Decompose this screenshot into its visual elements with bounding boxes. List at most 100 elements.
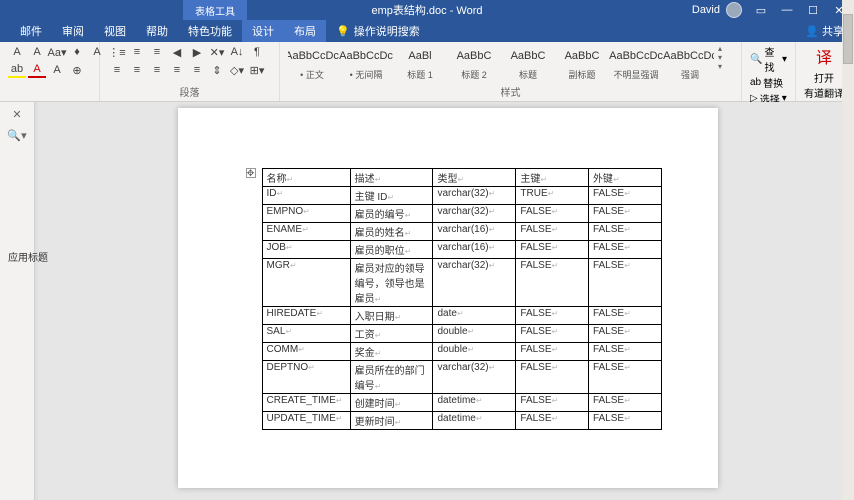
table-cell[interactable]: FALSE↵ xyxy=(516,259,589,307)
asian-layout-icon[interactable]: ✕▾ xyxy=(208,44,226,60)
table-cell[interactable]: 雇员的职位↵ xyxy=(350,241,433,259)
tab-layout[interactable]: 布局 xyxy=(284,20,326,42)
change-case-icon[interactable]: Aa▾ xyxy=(48,44,66,60)
table-cell[interactable]: COMM↵ xyxy=(262,343,350,361)
style-item[interactable]: AaBbCcDc• 正文 xyxy=(288,44,336,81)
table-cell[interactable]: JOB↵ xyxy=(262,241,350,259)
table-row[interactable]: JOB↵雇员的职位↵varchar(16)↵FALSE↵FALSE↵ xyxy=(262,241,661,259)
table-cell[interactable]: FALSE↵ xyxy=(516,412,589,430)
find-button[interactable]: 🔍 查找▾ xyxy=(750,44,787,74)
ribbon-options-icon[interactable]: ▭ xyxy=(754,3,768,17)
table-cell[interactable]: FALSE↵ xyxy=(516,241,589,259)
table-row[interactable]: ID↵主键 ID↵varchar(32)↵TRUE↵FALSE↵ xyxy=(262,187,661,205)
table-row[interactable]: ENAME↵雇员的姓名↵varchar(16)↵FALSE↵FALSE↵ xyxy=(262,223,661,241)
table-header-cell[interactable]: 名称↵ xyxy=(262,169,350,187)
font-shrink-icon[interactable]: A xyxy=(28,44,46,60)
table-cell[interactable]: double↵ xyxy=(433,325,516,343)
table-cell[interactable]: FALSE↵ xyxy=(588,325,661,343)
table-cell[interactable]: ID↵ xyxy=(262,187,350,205)
table-row[interactable]: DEPTNO↵雇员所在的部门编号↵varchar(32)↵FALSE↵FALSE… xyxy=(262,361,661,394)
document-area[interactable]: ✥ 名称↵描述↵类型↵主键↵外键↵ID↵主键 ID↵varchar(32)↵TR… xyxy=(41,102,854,500)
table-header-cell[interactable]: 外键↵ xyxy=(588,169,661,187)
table-row[interactable]: UPDATE_TIME↵更新时间↵datetime↵FALSE↵FALSE↵ xyxy=(262,412,661,430)
table-cell[interactable]: 雇员的编号↵ xyxy=(350,205,433,223)
style-item[interactable]: AaBbCcDc• 无间隔 xyxy=(342,44,390,81)
table-cell[interactable]: HIREDATE↵ xyxy=(262,307,350,325)
table-cell[interactable]: FALSE↵ xyxy=(588,343,661,361)
styles-scroll[interactable]: ▴▾▾ xyxy=(718,44,732,71)
char-shading-icon[interactable]: A xyxy=(48,62,66,78)
table-cell[interactable]: FALSE↵ xyxy=(516,343,589,361)
nav-search-icon[interactable]: 🔍▾ xyxy=(7,129,26,142)
styles-gallery[interactable]: AaBbCcDc• 正文AaBbCcDc• 无间隔AaBl标题 1AaBbC标题… xyxy=(288,44,714,81)
table-row[interactable]: CREATE_TIME↵创建时间↵datetime↵FALSE↵FALSE↵ xyxy=(262,394,661,412)
table-cell[interactable]: DEPTNO↵ xyxy=(262,361,350,394)
table-cell[interactable]: datetime↵ xyxy=(433,412,516,430)
table-cell[interactable]: FALSE↵ xyxy=(588,259,661,307)
show-marks-icon[interactable]: ¶ xyxy=(248,44,266,60)
table-cell[interactable]: FALSE↵ xyxy=(516,361,589,394)
nav-close-icon[interactable]: ✕ xyxy=(12,108,21,121)
style-item[interactable]: AaBbC标题 xyxy=(504,44,552,81)
font-grow-icon[interactable]: A xyxy=(8,44,26,60)
font-color-icon[interactable]: A xyxy=(28,62,46,78)
bullets-icon[interactable]: ⋮≡ xyxy=(108,44,126,60)
table-cell[interactable]: FALSE↵ xyxy=(588,394,661,412)
table-header-cell[interactable]: 描述↵ xyxy=(350,169,433,187)
tab-features[interactable]: 特色功能 xyxy=(178,20,242,42)
align-dist-icon[interactable]: ≡ xyxy=(188,62,206,78)
tab-design[interactable]: 设计 xyxy=(242,20,284,42)
table-row[interactable]: COMM↵奖金↵double↵FALSE↵FALSE↵ xyxy=(262,343,661,361)
table-row[interactable]: EMPNO↵雇员的编号↵varchar(32)↵FALSE↵FALSE↵ xyxy=(262,205,661,223)
indent-inc-icon[interactable]: ▶ xyxy=(188,44,206,60)
table-cell[interactable]: ENAME↵ xyxy=(262,223,350,241)
table-header-cell[interactable]: 类型↵ xyxy=(433,169,516,187)
table-header-cell[interactable]: 主键↵ xyxy=(516,169,589,187)
table-cell[interactable]: FALSE↵ xyxy=(588,241,661,259)
tab-help[interactable]: 帮助 xyxy=(136,20,178,42)
table-cell[interactable]: FALSE↵ xyxy=(516,325,589,343)
table-cell[interactable]: varchar(32)↵ xyxy=(433,361,516,394)
table-cell[interactable]: 创建时间↵ xyxy=(350,394,433,412)
minimize-button[interactable]: ― xyxy=(780,3,794,17)
numbering-icon[interactable]: ≡ xyxy=(128,44,146,60)
table-cell[interactable]: FALSE↵ xyxy=(588,361,661,394)
table-cell[interactable]: varchar(32)↵ xyxy=(433,205,516,223)
table-cell[interactable]: varchar(32)↵ xyxy=(433,259,516,307)
maximize-button[interactable]: ☐ xyxy=(806,3,820,17)
table-cell[interactable]: UPDATE_TIME↵ xyxy=(262,412,350,430)
style-item[interactable]: AaBbC标题 2 xyxy=(450,44,498,81)
table-cell[interactable]: 入职日期↵ xyxy=(350,307,433,325)
data-table[interactable]: 名称↵描述↵类型↵主键↵外键↵ID↵主键 ID↵varchar(32)↵TRUE… xyxy=(262,168,662,430)
table-row[interactable]: HIREDATE↵入职日期↵date↵FALSE↵FALSE↵ xyxy=(262,307,661,325)
table-cell[interactable]: FALSE↵ xyxy=(516,205,589,223)
highlight-icon[interactable]: ab xyxy=(8,62,26,78)
table-cell[interactable]: TRUE↵ xyxy=(516,187,589,205)
tell-me-search[interactable]: 💡 操作说明搜索 xyxy=(326,23,430,39)
table-cell[interactable]: 奖金↵ xyxy=(350,343,433,361)
table-cell[interactable]: double↵ xyxy=(433,343,516,361)
tab-view[interactable]: 视图 xyxy=(94,20,136,42)
tab-review[interactable]: 审阅 xyxy=(52,20,94,42)
table-cell[interactable]: datetime↵ xyxy=(433,394,516,412)
style-item[interactable]: AaBl标题 1 xyxy=(396,44,444,81)
align-center-icon[interactable]: ≡ xyxy=(128,62,146,78)
clear-format-icon[interactable]: ♦ xyxy=(68,44,86,60)
table-cell[interactable]: CREATE_TIME↵ xyxy=(262,394,350,412)
replace-button[interactable]: ab 替换 xyxy=(750,75,787,90)
sort-icon[interactable]: A↓ xyxy=(228,44,246,60)
enclose-icon[interactable]: ⊕ xyxy=(68,62,86,78)
shading-icon[interactable]: ◇▾ xyxy=(228,62,246,78)
table-cell[interactable]: 主键 ID↵ xyxy=(350,187,433,205)
table-cell[interactable]: 雇员的姓名↵ xyxy=(350,223,433,241)
table-cell[interactable]: 工资↵ xyxy=(350,325,433,343)
style-item[interactable]: AaBbC副标题 xyxy=(558,44,606,81)
table-cell[interactable]: SAL↵ xyxy=(262,325,350,343)
table-cell[interactable]: FALSE↵ xyxy=(588,223,661,241)
table-cell[interactable]: 更新时间↵ xyxy=(350,412,433,430)
align-right-icon[interactable]: ≡ xyxy=(148,62,166,78)
table-cell[interactable]: FALSE↵ xyxy=(588,412,661,430)
table-cell[interactable]: FALSE↵ xyxy=(588,205,661,223)
table-cell[interactable]: varchar(16)↵ xyxy=(433,223,516,241)
table-cell[interactable]: varchar(32)↵ xyxy=(433,187,516,205)
